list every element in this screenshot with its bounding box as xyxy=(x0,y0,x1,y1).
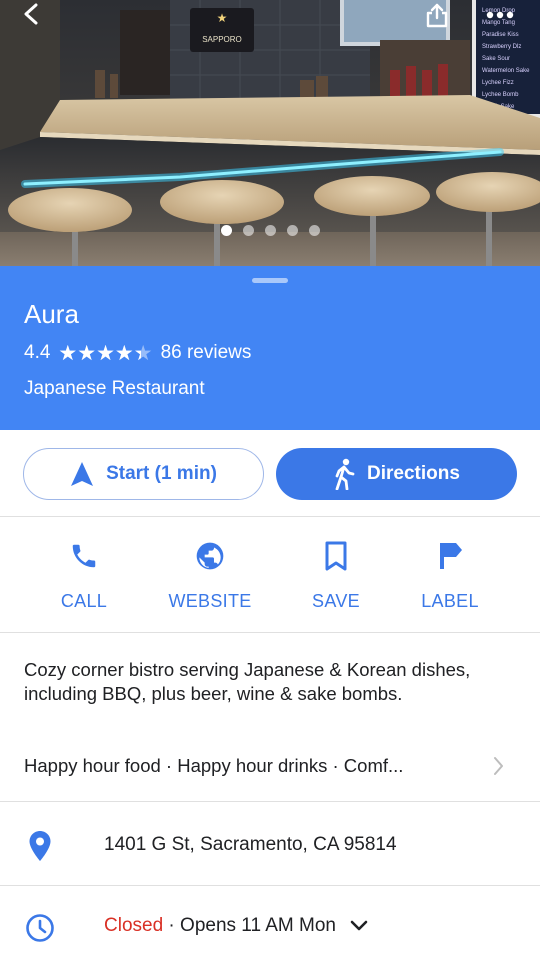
sapporo-sign-text: SAPPORO xyxy=(202,35,242,44)
pager-dot[interactable] xyxy=(242,225,254,236)
pager-dot[interactable] xyxy=(220,225,232,236)
start-navigation-button[interactable]: Start (1 min) xyxy=(23,448,264,500)
back-button[interactable] xyxy=(14,0,48,30)
hours-detail: · Opens 11 AM Mon xyxy=(163,915,336,936)
share-button[interactable] xyxy=(420,0,454,30)
phone-icon xyxy=(72,544,96,568)
address-text: 1401 G St, Sacramento, CA 95814 xyxy=(104,834,397,855)
call-label: CALL xyxy=(60,591,108,611)
website-label: WEBSITE xyxy=(168,591,252,611)
hours-status: Closed xyxy=(104,915,164,936)
board-line: Paradise Kiss xyxy=(482,32,519,38)
board-line: Strawberry Dlz xyxy=(482,44,521,50)
call-button[interactable]: CALL xyxy=(24,539,144,612)
more-horizontal-icon xyxy=(486,11,514,19)
place-description: Cozy corner bistro serving Japanese & Ko… xyxy=(24,659,471,704)
location-pin-icon xyxy=(29,831,51,861)
save-button[interactable]: SAVE xyxy=(276,539,396,612)
save-label: SAVE xyxy=(312,591,360,611)
chevron-down-icon[interactable] xyxy=(350,920,368,932)
review-count: 86 reviews xyxy=(160,342,252,363)
place-highlights: Happy hour food · Happy hour drinks · Co… xyxy=(24,755,404,776)
rating-value: 4.4 xyxy=(24,342,51,363)
photo-pager-dots xyxy=(0,225,540,236)
place-name: Aura xyxy=(24,299,79,329)
address-row[interactable]: 1401 G St, Sacramento, CA 95814 xyxy=(0,802,540,886)
pager-dot[interactable] xyxy=(308,225,320,236)
globe-icon xyxy=(196,542,224,570)
board-line: Sake Sour xyxy=(482,56,510,62)
board-line: Lychee Bomb xyxy=(482,92,519,98)
navigation-buttons: Start (1 min) Directions xyxy=(0,430,540,517)
place-header[interactable]: Aura 4.4 ★★★★★ ★★★★★ 86 reviews Japanese… xyxy=(0,266,540,430)
board-line: Watermelon Sake xyxy=(482,68,530,74)
chevron-right-icon xyxy=(494,757,503,775)
pager-dot[interactable] xyxy=(264,225,276,236)
clock-icon xyxy=(26,914,54,942)
directions-label: Directions xyxy=(367,463,460,484)
board-line: Lychee Fizz xyxy=(482,80,514,86)
place-category: Japanese Restaurant xyxy=(24,378,205,399)
start-label: Start (1 min) xyxy=(106,463,217,484)
pager-dot[interactable] xyxy=(286,225,298,236)
website-button[interactable]: WEBSITE xyxy=(150,539,270,612)
label-button[interactable]: LABEL xyxy=(390,539,510,612)
rating-row[interactable]: 4.4 ★★★★★ ★★★★★ 86 reviews xyxy=(24,342,251,364)
directions-button[interactable]: Directions xyxy=(276,448,517,500)
bookmark-icon xyxy=(325,541,347,571)
navigation-arrow-icon xyxy=(71,462,94,486)
label-label: LABEL xyxy=(421,591,479,611)
place-photo-carousel[interactable]: ★ SAPPORO Lemon Drop Mango Tang Paradise… xyxy=(0,0,540,266)
quick-actions: CALL WEBSITE SAVE LABEL xyxy=(0,517,540,633)
description-section[interactable]: Cozy corner bistro serving Japanese & Ko… xyxy=(0,633,540,802)
hours-row[interactable]: Closed · Opens 11 AM Mon xyxy=(0,886,540,960)
share-icon xyxy=(426,3,448,28)
flag-icon xyxy=(440,543,462,569)
walking-person-icon xyxy=(335,458,355,490)
drag-handle[interactable] xyxy=(252,278,288,283)
svg-text:★: ★ xyxy=(217,11,228,25)
star-rating-icon: ★★★★★ ★★★★★ xyxy=(58,341,153,365)
chevron-left-icon xyxy=(24,3,38,25)
more-options-button[interactable] xyxy=(480,0,520,30)
